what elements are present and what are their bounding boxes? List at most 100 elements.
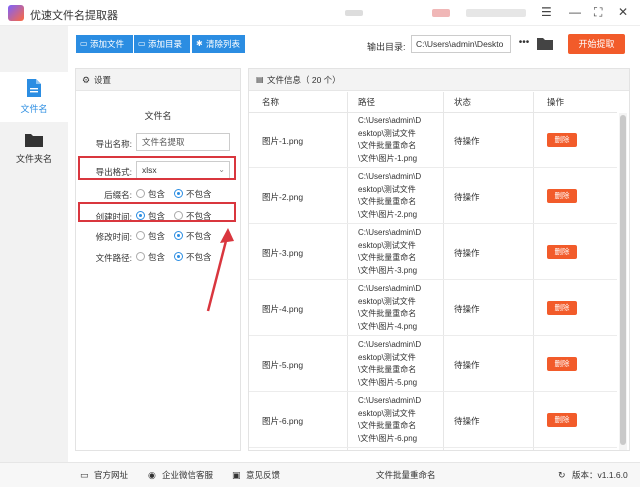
menu-icon[interactable]: ☰ bbox=[541, 5, 552, 19]
sidebar: 文件名 文件夹名 bbox=[0, 26, 68, 462]
feedback-link[interactable]: ▣ 意见反馈 bbox=[232, 470, 280, 481]
start-extract-button[interactable]: 开始提取 bbox=[568, 34, 625, 54]
table-row: 图片-3.png C:\Users\admin\D esktop\测试文件 \文件批量… bbox=[249, 225, 617, 280]
column-header-name: 名称 bbox=[262, 97, 280, 107]
fullscreen-icon[interactable]: ⛶ bbox=[594, 5, 602, 19]
file-path-line: C:\Users\admin\D bbox=[358, 116, 422, 125]
folder-add-icon: ▭ bbox=[138, 39, 146, 48]
sidebar-item-label: 文件夹名 bbox=[15, 154, 52, 164]
blurred-content bbox=[345, 10, 363, 16]
column-header-path: 路径 bbox=[358, 97, 376, 107]
feedback-icon: ▣ bbox=[232, 470, 241, 480]
file-path-line: \文件\图片-4.png bbox=[358, 321, 418, 331]
title-bar: 优速文件名提取器 ☰ — ⛶ ✕ bbox=[0, 0, 640, 26]
add-file-button[interactable]: ▭ 添加文件 bbox=[76, 35, 133, 53]
modify-time-label: 修改时间: bbox=[95, 232, 132, 242]
file-path-line: \文件批量重命名 bbox=[358, 197, 417, 206]
radio-dot bbox=[174, 231, 183, 240]
highlight-box-create-time bbox=[78, 202, 236, 222]
app-title: 优速文件名提取器 bbox=[30, 10, 118, 22]
version-info[interactable]: ↻ 版本：v1.1.6.0 bbox=[558, 470, 628, 481]
delete-button[interactable]: 删除 bbox=[547, 301, 577, 315]
close-icon[interactable]: ✕ bbox=[618, 5, 628, 19]
file-name: 图片-4.png bbox=[262, 304, 304, 314]
open-folder-icon[interactable] bbox=[537, 37, 553, 50]
trash-icon: ✱ bbox=[196, 39, 203, 48]
file-path-label: 文件路径: bbox=[95, 253, 132, 263]
table-row: 图片-2.png C:\Users\admin\D esktop\测试文件 \文件批量… bbox=[249, 169, 617, 224]
table-row: 图片-6.png C:\Users\admin\D esktop\测试文件 \文件批量… bbox=[249, 393, 617, 448]
file-path-line: esktop\测试文件 bbox=[358, 296, 416, 306]
sidebar-item-label: 文件名 bbox=[20, 104, 48, 114]
file-name: 图片-5.png bbox=[262, 360, 304, 370]
refresh-icon: ↻ bbox=[558, 470, 566, 480]
minimize-icon[interactable]: — bbox=[569, 5, 581, 19]
headset-icon: ◉ bbox=[148, 470, 156, 480]
radio-dot bbox=[136, 189, 145, 198]
monitor-icon: ▭ bbox=[80, 470, 89, 480]
annotation-arrow-icon bbox=[206, 228, 234, 312]
file-path: C:\Users\admin\D esktop\测试文件 \文件批量重命名 \文件\图… bbox=[358, 227, 442, 277]
app-logo bbox=[8, 5, 24, 21]
suffix-include-radio[interactable]: 包含 bbox=[136, 189, 165, 199]
radio-dot bbox=[174, 189, 183, 198]
file-name: 图片-6.png bbox=[262, 416, 304, 426]
export-name-input[interactable]: 文件名提取 bbox=[136, 133, 230, 151]
file-status: 待操作 bbox=[454, 136, 480, 146]
file-path-include-radio[interactable]: 包含 bbox=[136, 252, 165, 262]
wechat-support-link[interactable]: ◉ 企业微信客服 bbox=[148, 470, 213, 481]
delete-button[interactable]: 删除 bbox=[547, 413, 577, 427]
delete-button[interactable]: 删除 bbox=[547, 357, 577, 371]
file-path: C:\Users\admin\D esktop\测试文件 \文件批量重命名 \文件\图… bbox=[358, 395, 442, 445]
file-path-line: esktop\测试文件 bbox=[358, 240, 416, 250]
gear-icon: ⚙ bbox=[82, 75, 91, 85]
sidebar-item-filename[interactable]: 文件名 bbox=[0, 72, 68, 122]
blurred-content bbox=[432, 9, 450, 17]
delete-button[interactable]: 删除 bbox=[547, 133, 577, 147]
file-status: 待操作 bbox=[454, 248, 480, 258]
file-path-line: \文件批量重命名 bbox=[358, 309, 417, 318]
radio-dot bbox=[136, 252, 145, 261]
scrollbar[interactable] bbox=[619, 113, 627, 450]
table-row: 图片-5.png C:\Users\admin\D esktop\测试文件 \文件批量… bbox=[249, 337, 617, 392]
output-dir-label: 输出目录: bbox=[367, 42, 406, 52]
file-status: 待操作 bbox=[454, 360, 480, 370]
delete-button[interactable]: 删除 bbox=[547, 245, 577, 259]
file-name: 图片-2.png bbox=[262, 192, 304, 202]
suffix-exclude-radio[interactable]: 不包含 bbox=[174, 189, 212, 199]
scrollbar-thumb[interactable] bbox=[620, 115, 626, 445]
suffix-label: 后缀名: bbox=[104, 190, 132, 200]
file-path-line: \文件\图片-6.png bbox=[358, 433, 418, 443]
file-path-line: \文件\图片-5.png bbox=[358, 377, 418, 387]
official-site-link[interactable]: ▭ 官方网址 bbox=[80, 470, 128, 481]
file-path-line: C:\Users\admin\D bbox=[358, 228, 422, 237]
export-name-label: 导出名称: bbox=[95, 139, 132, 149]
clear-list-button[interactable]: ✱ 清除列表 bbox=[192, 35, 245, 53]
add-directory-button[interactable]: ▭ 添加目录 bbox=[134, 35, 190, 53]
file-path-line: C:\Users\admin\D bbox=[358, 284, 422, 293]
file-path: C:\Users\admin\D esktop\测试文件 \文件批量重命名 \文件\图… bbox=[358, 339, 442, 389]
browse-more-button[interactable]: ••• bbox=[517, 35, 531, 53]
output-dir-input[interactable]: C:\Users\admin\Deskto bbox=[411, 35, 511, 53]
file-list-header: ▤ 文件信息（ 20 个） bbox=[249, 69, 629, 91]
file-status: 待操作 bbox=[454, 416, 480, 426]
file-path-line: \文件\图片-3.png bbox=[358, 265, 418, 275]
table-row: 图片-1.png C:\Users\admin\D esktop\测试文件 \文件批量… bbox=[249, 113, 617, 168]
blurred-content bbox=[466, 9, 526, 17]
file-path-line: C:\Users\admin\D bbox=[358, 396, 422, 405]
file-path-line: \文件\图片-1.png bbox=[358, 153, 418, 163]
file-status: 待操作 bbox=[454, 192, 480, 202]
file-path-line: \文件批量重命名 bbox=[358, 421, 417, 430]
delete-button[interactable]: 删除 bbox=[547, 189, 577, 203]
file-path: C:\Users\admin\D esktop\测试文件 \文件批量重命名 \文件\图… bbox=[358, 283, 442, 333]
footer-product-name: 文件批量重命名 bbox=[376, 470, 436, 480]
file-path: C:\Users\admin\D esktop\测试文件 \文件批量重命名 \文件\图… bbox=[358, 171, 442, 221]
file-path: C:\Users\admin\D esktop\测试文件 \文件批量重命名 \文件\图… bbox=[358, 115, 442, 165]
footer: ▭ 官方网址 ◉ 企业微信客服 ▣ 意见反馈 文件批量重命名 ↻ 版本：v1.1… bbox=[0, 462, 640, 487]
modify-time-include-radio[interactable]: 包含 bbox=[136, 231, 165, 241]
file-path-line: esktop\测试文件 bbox=[358, 352, 416, 362]
file-path-line: \文件\图片-2.png bbox=[358, 209, 418, 219]
table-row: 图片-4.png C:\Users\admin\D esktop\测试文件 \文件批量… bbox=[249, 281, 617, 336]
file-path-line: \文件批量重命名 bbox=[358, 141, 417, 150]
sidebar-item-foldername[interactable]: 文件夹名 bbox=[0, 124, 68, 174]
